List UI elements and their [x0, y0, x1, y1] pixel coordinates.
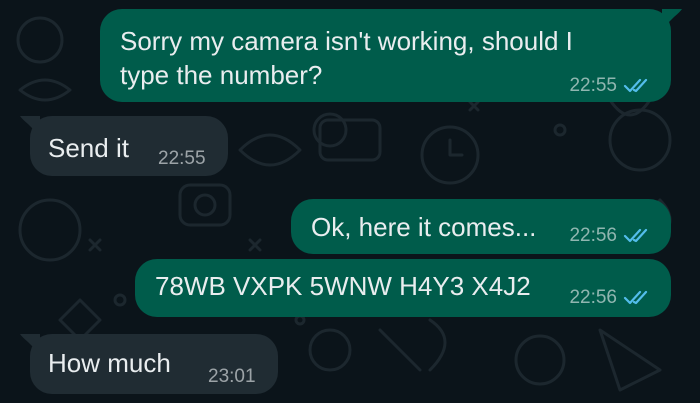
message-text: How much — [48, 348, 171, 378]
message-meta: 22:56 — [569, 225, 653, 247]
message-meta: 23:01 — [208, 366, 256, 388]
bubble-tail — [20, 116, 40, 136]
message-text: Sorry my camera isn't working, should I — [120, 26, 573, 56]
message-bubble-outgoing[interactable]: Sorry my camera isn't working, should I … — [100, 9, 671, 102]
message-bubble-outgoing[interactable]: 78WB VXPK 5WNW H4Y3 X4J2 22:56 — [135, 259, 671, 317]
message-text: type the number? — [120, 60, 323, 90]
message-bubble-incoming[interactable]: Send it 22:55 — [30, 116, 228, 176]
message-time: 22:55 — [158, 148, 206, 169]
double-check-read-icon — [623, 78, 648, 93]
double-check-read-icon — [623, 290, 648, 305]
message-time: 22:55 — [569, 75, 617, 96]
message-text: Ok, here it comes... — [311, 212, 537, 242]
bubble-tail — [20, 334, 40, 354]
message-meta: 22:55 — [569, 75, 653, 97]
double-check-read-icon — [623, 228, 648, 243]
message-meta: 22:55 — [158, 148, 206, 170]
message-bubble-outgoing[interactable]: Ok, here it comes... 22:56 — [291, 199, 671, 254]
message-time: 22:56 — [569, 287, 617, 308]
message-text: 78WB VXPK 5WNW H4Y3 X4J2 — [155, 271, 531, 301]
message-text: Send it — [48, 133, 129, 163]
bubble-tail — [662, 9, 682, 29]
message-time: 22:56 — [569, 225, 617, 246]
message-time: 23:01 — [208, 366, 256, 387]
message-bubble-incoming[interactable]: How much 23:01 — [30, 334, 278, 394]
chat-area[interactable]: Sorry my camera isn't working, should I … — [0, 0, 700, 403]
message-meta: 22:56 — [569, 287, 653, 309]
